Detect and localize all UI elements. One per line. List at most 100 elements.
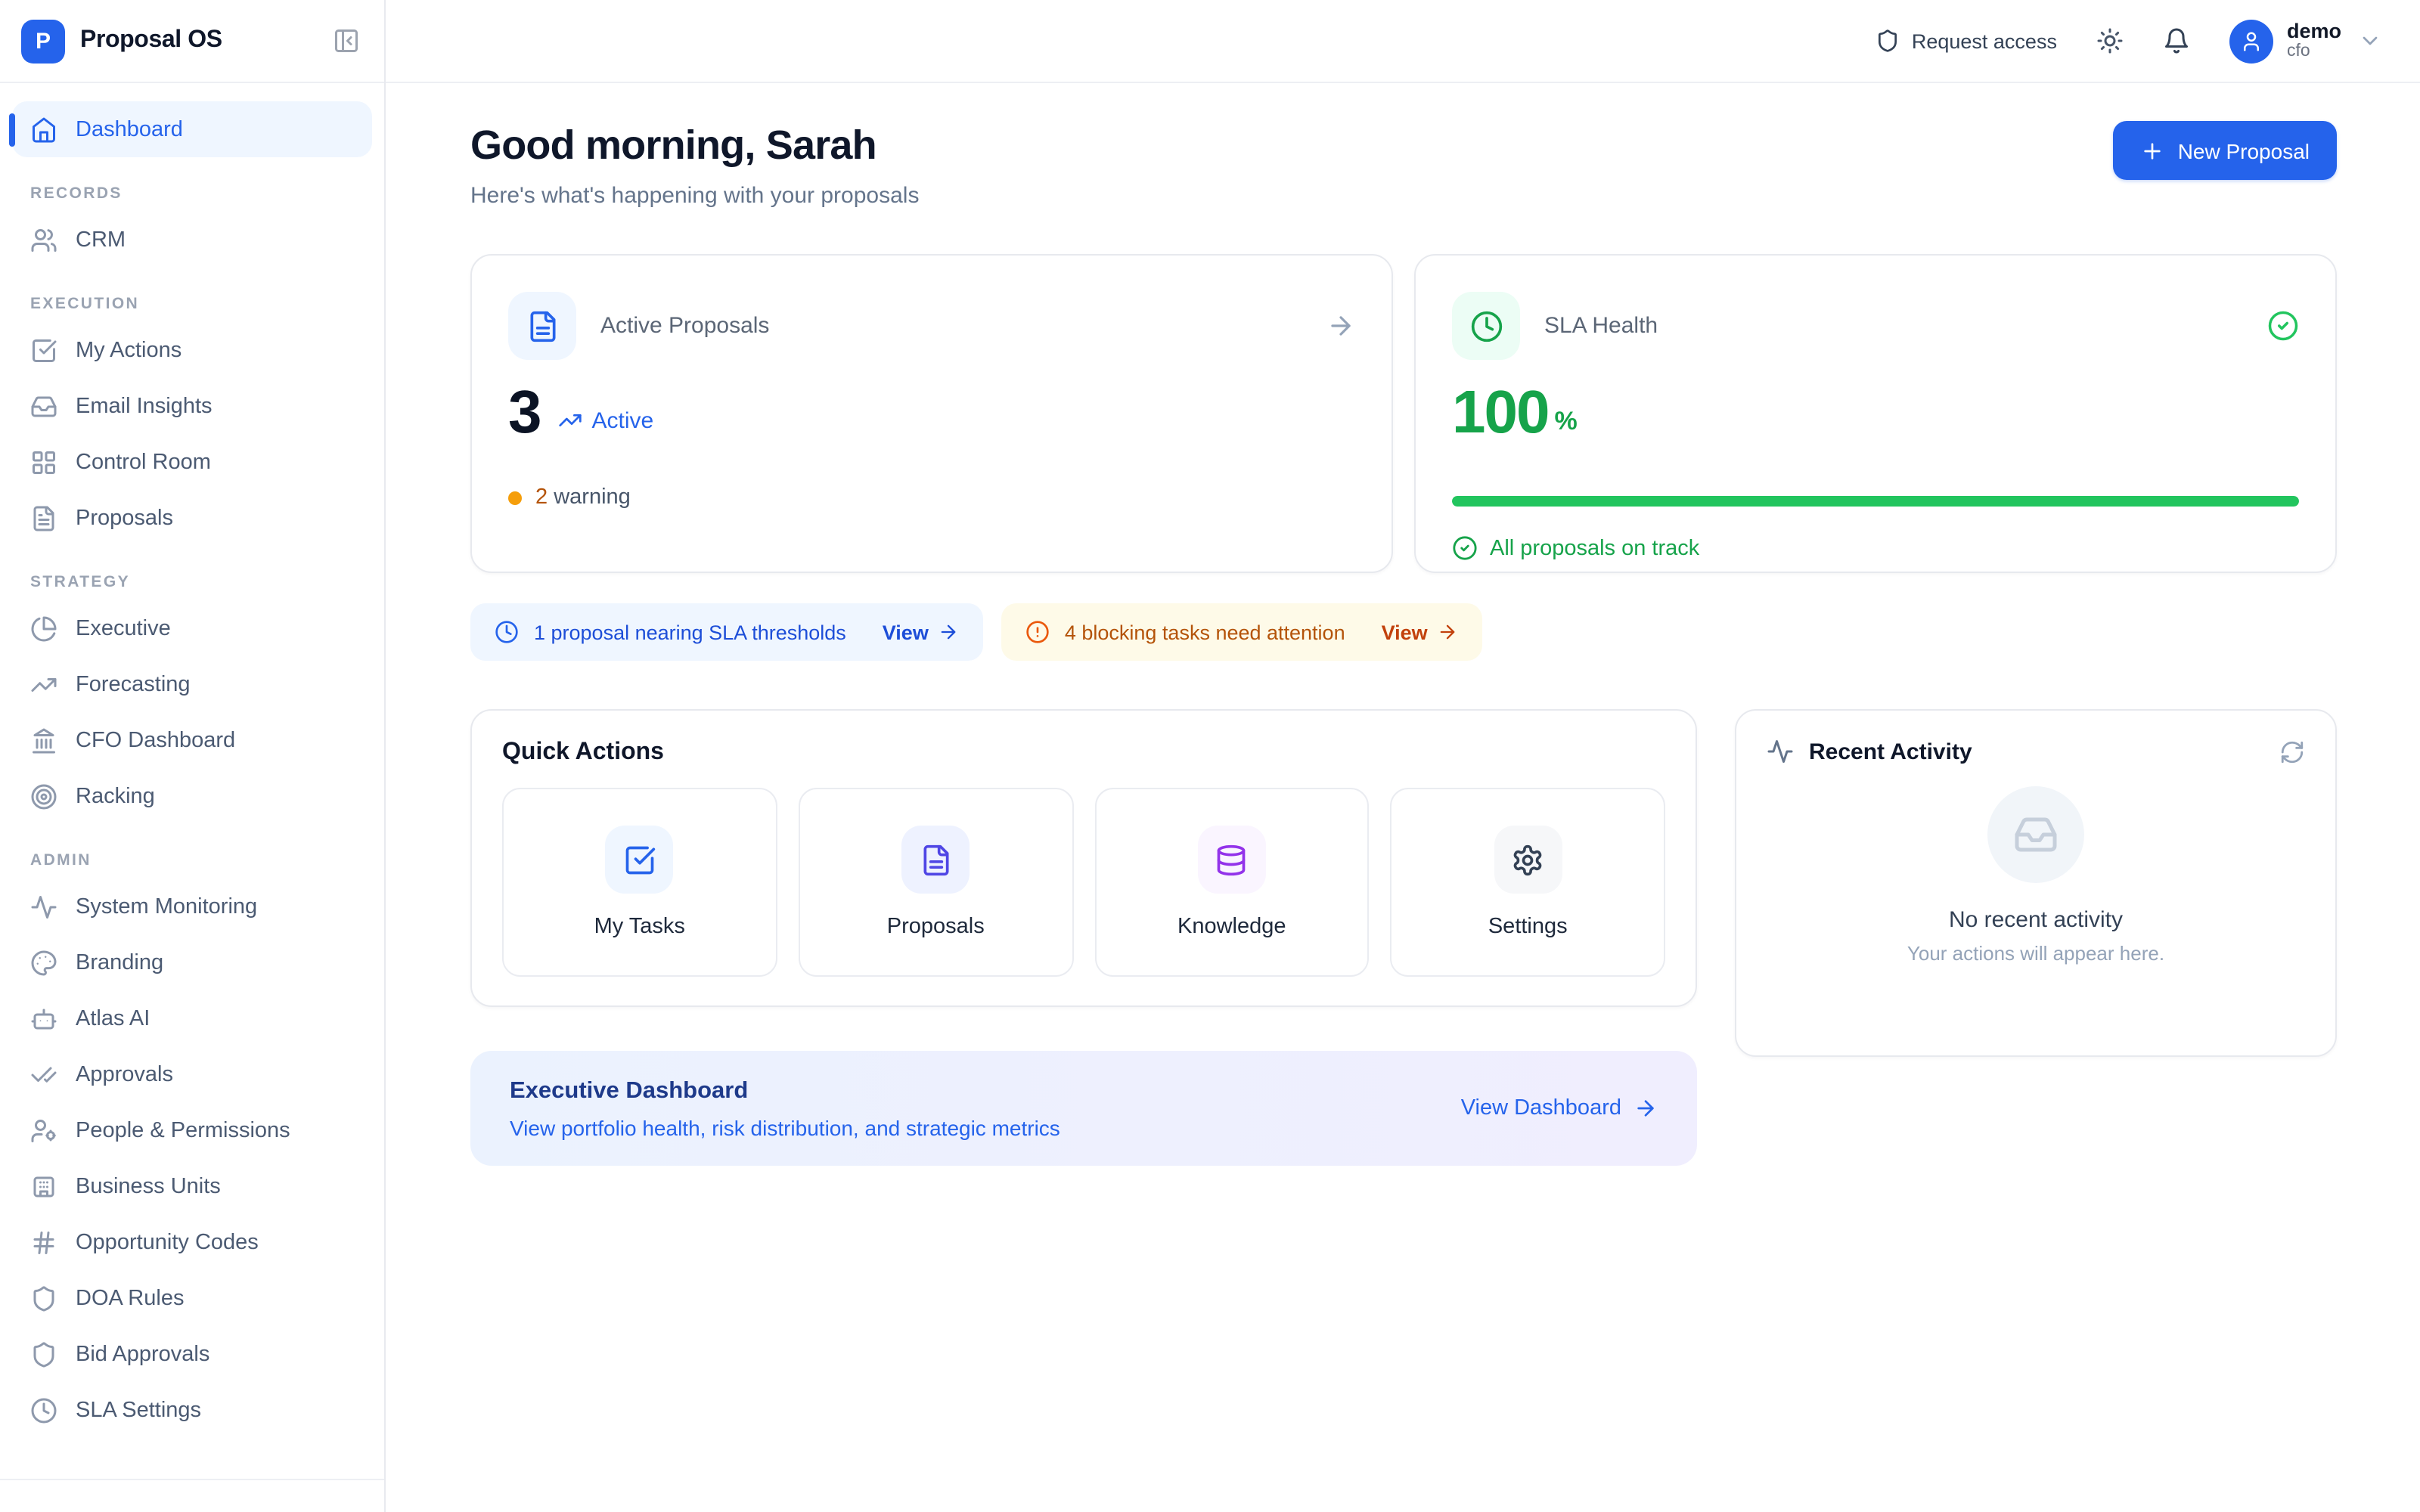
sidebar-item-proposals[interactable]: Proposals [12, 490, 372, 546]
chevron-down-icon [2358, 29, 2382, 53]
refresh-icon [2279, 739, 2305, 765]
sidebar-item-label: Email Insights [76, 394, 213, 418]
file-text-icon [919, 844, 952, 877]
sidebar-item-label: Forecasting [76, 672, 191, 696]
activity-icon [1767, 739, 1794, 766]
sla-value: 100 [1452, 380, 1549, 447]
trend-label: Active [592, 408, 654, 434]
target-icon [30, 782, 57, 810]
sidebar-item-label: Proposals [76, 506, 173, 530]
sidebar-item-racking[interactable]: Racking [12, 768, 372, 824]
quick-action-knowledge[interactable]: Knowledge [1094, 789, 1370, 978]
sidebar-item-label: System Monitoring [76, 894, 257, 919]
arrow-right-icon[interactable] [1326, 312, 1355, 341]
alert-view-link[interactable]: View [883, 621, 959, 644]
quick-action-label: Proposals [887, 916, 985, 940]
sidebar-item-sla-settings[interactable]: SLA Settings [12, 1382, 372, 1438]
sla-unit: % [1555, 407, 1578, 438]
sidebar-item-doa-rules[interactable]: DOA Rules [12, 1270, 372, 1326]
avatar [2229, 19, 2273, 63]
check-square-icon [30, 336, 57, 364]
sidebar-section-strategy: STRATEGY [12, 573, 372, 591]
user-icon [2240, 29, 2263, 52]
executive-dashboard-banner[interactable]: Executive Dashboard View portfolio healt… [470, 1052, 1697, 1167]
sidebar-item-label: DOA Rules [76, 1286, 184, 1310]
banner-text: Executive Dashboard View portfolio healt… [510, 1078, 1060, 1140]
request-access-button[interactable]: Request access [1876, 29, 2057, 53]
sidebar-item-forecasting[interactable]: Forecasting [12, 656, 372, 712]
database-icon-tile [1198, 826, 1266, 894]
sidebar-item-crm[interactable]: CRM [12, 212, 372, 268]
sidebar-item-my-actions[interactable]: My Actions [12, 322, 372, 378]
sidebar-item-cfo-dashboard[interactable]: CFO Dashboard [12, 712, 372, 768]
quick-action-settings[interactable]: Settings [1391, 789, 1666, 978]
alert-view-label: View [883, 621, 929, 644]
sidebar-item-control-room[interactable]: Control Room [12, 434, 372, 490]
alerts-row: 1 proposal nearing SLA thresholds View 4… [470, 604, 2337, 662]
circle-check-icon [1452, 536, 1478, 562]
sidebar-item-dashboard[interactable]: Dashboard [12, 101, 372, 157]
alert-view-link[interactable]: View [1382, 621, 1458, 644]
sla-status-row: All proposals on track [1452, 536, 2299, 562]
sidebar-item-executive[interactable]: Executive [12, 600, 372, 656]
new-proposal-button[interactable]: New Proposal [2113, 121, 2337, 180]
view-dashboard-link[interactable]: View Dashboard [1461, 1097, 1658, 1121]
sidebar-item-label: Branding [76, 950, 163, 974]
quick-action-my-tasks[interactable]: My Tasks [502, 789, 777, 978]
theme-toggle-button[interactable] [2096, 27, 2124, 54]
database-icon [1215, 844, 1249, 877]
inbox-icon-circle [1987, 787, 2084, 884]
sla-health-header: SLA Health [1452, 293, 2299, 361]
palette-icon [30, 949, 57, 976]
blocking-tasks-alert[interactable]: 4 blocking tasks need attention View [1001, 604, 1482, 662]
sidebar-nav: Dashboard RECORDS CRM EXECUTION My Actio… [0, 83, 384, 1438]
panel-collapse-icon [333, 27, 360, 54]
sidebar-item-system-monitoring[interactable]: System Monitoring [12, 878, 372, 934]
refresh-button[interactable] [2279, 739, 2305, 765]
stats-row: Active Proposals 3 Active 2 warning [470, 255, 2337, 574]
user-menu[interactable]: demo cfo [2229, 19, 2382, 63]
hash-icon [30, 1228, 57, 1256]
sidebar-item-opportunity-codes[interactable]: Opportunity Codes [12, 1214, 372, 1270]
trending-up-icon [30, 671, 57, 698]
check-check-icon [30, 1061, 57, 1088]
page-subtitle: Here's what's happening with your propos… [470, 184, 919, 209]
sidebar-item-label: Dashboard [76, 117, 183, 141]
sla-threshold-alert[interactable]: 1 proposal nearing SLA thresholds View [470, 604, 983, 662]
users-icon [30, 226, 57, 253]
user-name: demo [2287, 19, 2341, 42]
warning-label: warning [554, 486, 631, 510]
sla-health-card[interactable]: SLA Health 100 % All proposals on track [1414, 255, 2337, 574]
sidebar-item-branding[interactable]: Branding [12, 934, 372, 990]
sidebar-item-approvals[interactable]: Approvals [12, 1046, 372, 1102]
sidebar-item-email-insights[interactable]: Email Insights [12, 378, 372, 434]
dashboard-content: Good morning, Sarah Here's what's happen… [386, 83, 2420, 1167]
arrow-right-icon [1634, 1097, 1658, 1121]
stat-title: Active Proposals [600, 314, 769, 339]
notifications-button[interactable] [2163, 27, 2190, 54]
sidebar-item-people-permissions[interactable]: People & Permissions [12, 1102, 372, 1158]
sidebar-item-label: Executive [76, 616, 171, 640]
user-role: cfo [2287, 42, 2341, 62]
sidebar-item-business-units[interactable]: Business Units [12, 1158, 372, 1214]
sidebar-item-label: Business Units [76, 1174, 221, 1198]
sidebar-collapse-button[interactable] [330, 24, 363, 57]
sidebar-item-bid-approvals[interactable]: Bid Approvals [12, 1326, 372, 1382]
home-icon [30, 116, 57, 143]
active-proposals-card[interactable]: Active Proposals 3 Active 2 warning [470, 255, 1393, 574]
sidebar-item-label: Control Room [76, 450, 211, 474]
sidebar-section-records: RECORDS [12, 184, 372, 203]
activity-icon [30, 893, 57, 920]
sla-progress-fill [1452, 497, 2299, 507]
sidebar-item-label: My Actions [76, 338, 182, 362]
recent-activity-title: Recent Activity [1809, 739, 1972, 765]
plus-icon [2140, 138, 2164, 163]
sidebar-item-atlas-ai[interactable]: Atlas AI [12, 990, 372, 1046]
topbar: Request access demo cfo [386, 0, 2420, 83]
check-square-icon-tile [606, 826, 674, 894]
alert-view-label: View [1382, 621, 1428, 644]
right-column: Recent Activity No recent activity Your … [1735, 710, 2337, 1167]
active-proposals-value: 3 [508, 380, 541, 447]
quick-action-proposals[interactable]: Proposals [799, 789, 1074, 978]
app-title: Proposal OS [80, 27, 222, 54]
